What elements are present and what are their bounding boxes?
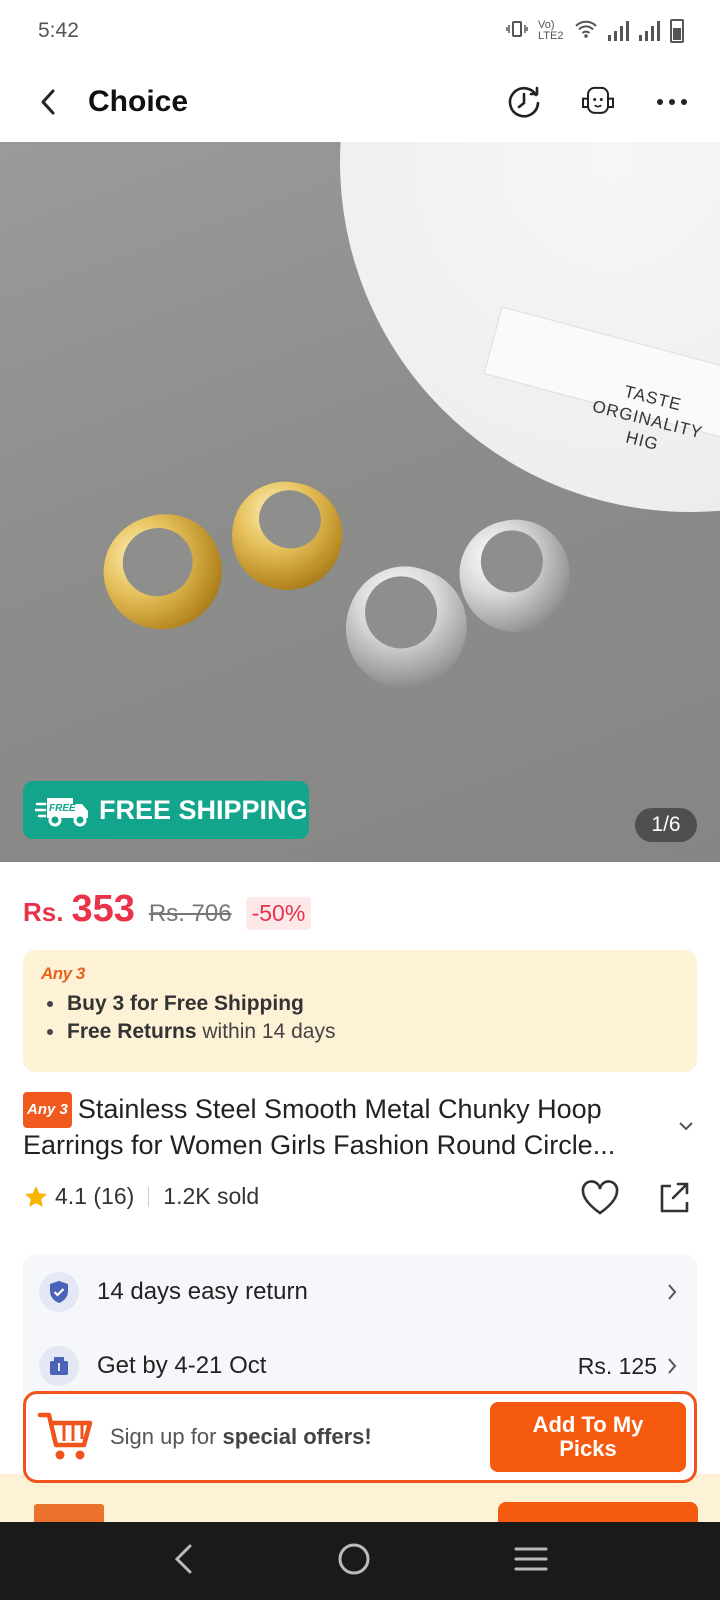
easy-return-chevron <box>667 1283 677 1301</box>
system-recents-button[interactable] <box>514 1545 548 1578</box>
promo-box[interactable]: Any 3 Buy 3 for Free Shipping Free Retur… <box>23 950 697 1072</box>
delivery-label: Get by 4-21 Oct <box>97 1352 267 1379</box>
review-count: (16) <box>93 1183 135 1209</box>
support-agent-icon <box>582 86 614 114</box>
system-back-button[interactable] <box>172 1543 194 1580</box>
system-home-button[interactable] <box>337 1542 371 1581</box>
product-actions <box>580 1180 692 1221</box>
peek-button <box>498 1502 698 1522</box>
promo-line2-bold: Free Returns <box>67 1020 197 1043</box>
status-icons: Vo) LTE2 <box>506 19 684 44</box>
promo-tag: Any 3 <box>41 964 85 983</box>
menu-lines-icon <box>514 1547 548 1570</box>
share-button[interactable] <box>656 1180 692 1221</box>
delivery-row[interactable]: Get by 4-21 Oct Rs. 125 <box>39 1346 677 1386</box>
rating-row[interactable]: 4.1 (16) 1.2K sold <box>23 1183 259 1210</box>
gold-earring-right <box>223 473 351 599</box>
product-title[interactable]: Any 3 Stainless Steel Smooth Metal Chunky… <box>23 1092 663 1162</box>
network-label: Vo) LTE2 <box>538 19 564 42</box>
product-image-gallery[interactable]: TASTE ORGINALITY HIG <box>0 142 720 862</box>
sold-count: 1.2K sold <box>163 1183 260 1209</box>
product-title-text: Stainless Steel Smooth Metal Chunky Hoop… <box>23 1094 616 1160</box>
add-to-picks-button[interactable]: Add To My Picks <box>490 1402 686 1472</box>
promo-line-shipping: Buy 3 for Free Shipping <box>41 992 679 1016</box>
image-pager: 1/6 <box>635 808 697 842</box>
delivery-truck-icon: FREE <box>35 798 88 827</box>
easy-return-row[interactable]: 14 days easy return <box>39 1272 677 1312</box>
customer-service-button[interactable] <box>578 82 618 122</box>
wifi-icon <box>574 19 598 44</box>
price-currency: Rs. <box>23 897 64 927</box>
offer-text: Sign up for special offers! <box>110 1424 372 1450</box>
vibrate-icon <box>506 20 528 43</box>
price-original: Rs. 706 <box>148 900 232 927</box>
offer-text-prefix: Sign up for <box>110 1424 217 1449</box>
signal-2-icon <box>639 21 660 41</box>
top-nav: Choice <box>0 62 720 142</box>
back-button[interactable] <box>28 82 68 122</box>
star-icon <box>25 1185 47 1207</box>
system-nav-bar <box>0 1522 720 1600</box>
divider <box>148 1186 150 1207</box>
battery-icon <box>670 19 684 43</box>
easy-return-label: 14 days easy return <box>97 1278 308 1305</box>
status-bar: 5:42 Vo) LTE2 <box>0 0 720 62</box>
silver-earring-right <box>449 509 581 643</box>
promo-line-returns: Free Returns within 14 days <box>41 1020 679 1044</box>
offer-text-bold: special offers! <box>222 1424 372 1449</box>
heart-icon <box>581 1180 619 1215</box>
back-triangle-icon <box>174 1544 192 1573</box>
delivery-right: Rs. 125 <box>578 1353 677 1380</box>
shield-check-icon <box>39 1272 79 1312</box>
bullet-icon <box>47 1029 53 1035</box>
more-horizontal-icon <box>657 99 687 105</box>
home-circle-icon <box>338 1543 370 1574</box>
any3-tag: Any 3 <box>23 1092 72 1128</box>
delivery-price: Rs. 125 <box>577 1352 657 1379</box>
promo-line1-text: Buy 3 for Free Shipping <box>67 992 304 1015</box>
history-button[interactable] <box>504 82 544 122</box>
share-icon <box>660 1182 689 1213</box>
gold-earring-left <box>89 499 237 645</box>
signal-1-icon <box>608 21 629 41</box>
special-offers-bar[interactable]: Sign up for special offers! Add To My Pi… <box>23 1391 697 1483</box>
chevron-left-icon <box>41 89 55 115</box>
rating-value: 4.1 <box>55 1183 87 1209</box>
nav-actions <box>504 82 692 122</box>
discount-badge: -50% <box>245 897 312 930</box>
price-row: Rs. 353 Rs. 706 -50% <box>23 888 312 931</box>
page-title: Choice <box>88 85 189 118</box>
status-time: 5:42 <box>38 19 79 42</box>
more-options-button[interactable] <box>652 82 692 122</box>
history-icon <box>508 86 540 118</box>
wishlist-button[interactable] <box>580 1180 620 1221</box>
bullet-icon <box>47 1001 53 1007</box>
peek-tag <box>34 1504 104 1522</box>
promo-line2-rest: within 14 days <box>202 1020 336 1043</box>
chevron-right-icon <box>668 1284 677 1300</box>
package-icon <box>39 1346 79 1386</box>
free-shipping-badge: FREE FREE SHIPPING <box>23 781 309 839</box>
expand-title-button[interactable] <box>678 1118 694 1136</box>
free-tag-text: FREE <box>49 803 76 814</box>
free-shipping-label: FREE SHIPPING <box>99 794 308 825</box>
price-current: 353 <box>71 888 135 930</box>
shopping-cart-icon <box>37 1412 93 1460</box>
chevron-down-icon <box>679 1122 693 1131</box>
chevron-right-icon <box>668 1358 677 1374</box>
